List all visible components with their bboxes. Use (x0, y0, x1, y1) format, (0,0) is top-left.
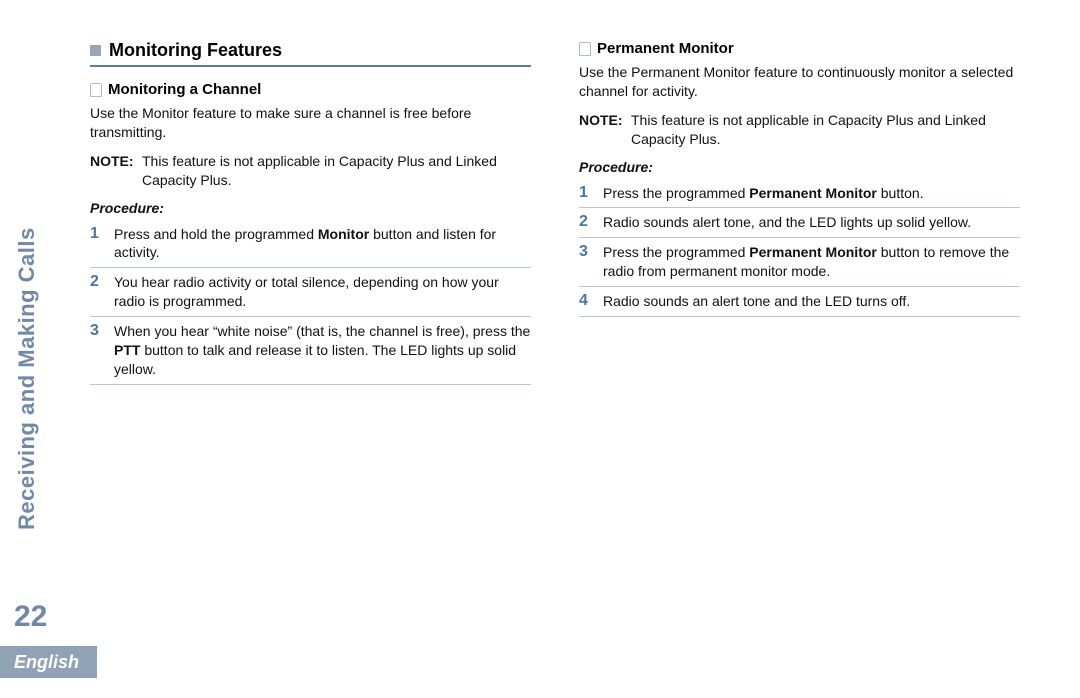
section-title: Monitoring Features (109, 40, 282, 61)
step-text: Radio sounds alert tone, and the LED lig… (603, 213, 1020, 232)
step-text: When you hear “white noise” (that is, th… (114, 322, 531, 379)
subsection-row: Monitoring a Channel (90, 81, 531, 98)
section-title-row: Monitoring Features (90, 40, 531, 61)
note-label: NOTE: (90, 152, 142, 190)
procedure-label: Procedure: (579, 159, 1020, 175)
note-text: This feature is not applicable in Capaci… (142, 152, 531, 190)
step-number: 3 (90, 322, 104, 340)
procedure-step: 2 Radio sounds alert tone, and the LED l… (579, 208, 1020, 238)
step-number: 3 (579, 243, 593, 261)
step-text: Press the programmed Permanent Monitor b… (603, 184, 1020, 203)
subsection-title: Monitoring a Channel (108, 81, 261, 98)
section-rule (90, 65, 531, 67)
language-bar: English (0, 646, 97, 678)
step-text-part: button. (877, 185, 924, 201)
step-text-bold: Permanent Monitor (749, 244, 877, 260)
step-text-part: button to talk and release it to listen.… (114, 342, 516, 377)
body-text: Use the Monitor feature to make sure a c… (90, 104, 531, 142)
language-label: English (14, 652, 79, 673)
step-number: 2 (90, 273, 104, 291)
side-chapter-label: Receiving and Making Calls (14, 227, 40, 530)
step-text-part: Press the programmed (603, 185, 749, 201)
step-text-part: When you hear “white noise” (that is, th… (114, 323, 530, 339)
step-text-bold: PTT (114, 342, 140, 358)
procedure-step: 4 Radio sounds an alert tone and the LED… (579, 287, 1020, 317)
square-bullet-icon (90, 45, 101, 56)
step-text: Press the programmed Permanent Monitor b… (603, 243, 1020, 281)
procedure-step: 3 Press the programmed Permanent Monitor… (579, 238, 1020, 287)
step-text: You hear radio activity or total silence… (114, 273, 531, 311)
step-text-bold: Monitor (318, 226, 369, 242)
note-row: NOTE: This feature is not applicable in … (90, 152, 531, 190)
left-column: Monitoring Features Monitoring a Channel… (90, 40, 531, 385)
note-text: This feature is not applicable in Capaci… (631, 111, 1020, 149)
right-column: Permanent Monitor Use the Permanent Moni… (579, 40, 1020, 385)
content-columns: Monitoring Features Monitoring a Channel… (90, 40, 1020, 385)
subsection-title: Permanent Monitor (597, 40, 734, 57)
page: Monitoring Features Monitoring a Channel… (0, 0, 1080, 698)
page-number: 22 (14, 600, 47, 634)
body-text: Use the Permanent Monitor feature to con… (579, 63, 1020, 101)
procedure-step: 3 When you hear “white noise” (that is, … (90, 317, 531, 385)
step-text-bold: Permanent Monitor (749, 185, 877, 201)
step-number: 4 (579, 292, 593, 310)
step-text-part: Press the programmed (603, 244, 749, 260)
procedure-label: Procedure: (90, 200, 531, 216)
procedure-step: 1 Press the programmed Permanent Monitor… (579, 179, 1020, 209)
step-text-part: Press and hold the programmed (114, 226, 318, 242)
clipboard-icon (90, 83, 102, 97)
step-number: 1 (90, 225, 104, 243)
procedure-step: 1 Press and hold the programmed Monitor … (90, 220, 531, 269)
note-label: NOTE: (579, 111, 631, 149)
clipboard-icon (579, 42, 591, 56)
procedure-step: 2 You hear radio activity or total silen… (90, 268, 531, 317)
subsection-row: Permanent Monitor (579, 40, 1020, 57)
step-number: 2 (579, 213, 593, 231)
note-row: NOTE: This feature is not applicable in … (579, 111, 1020, 149)
step-number: 1 (579, 184, 593, 202)
step-text: Press and hold the programmed Monitor bu… (114, 225, 531, 263)
step-text: Radio sounds an alert tone and the LED t… (603, 292, 1020, 311)
